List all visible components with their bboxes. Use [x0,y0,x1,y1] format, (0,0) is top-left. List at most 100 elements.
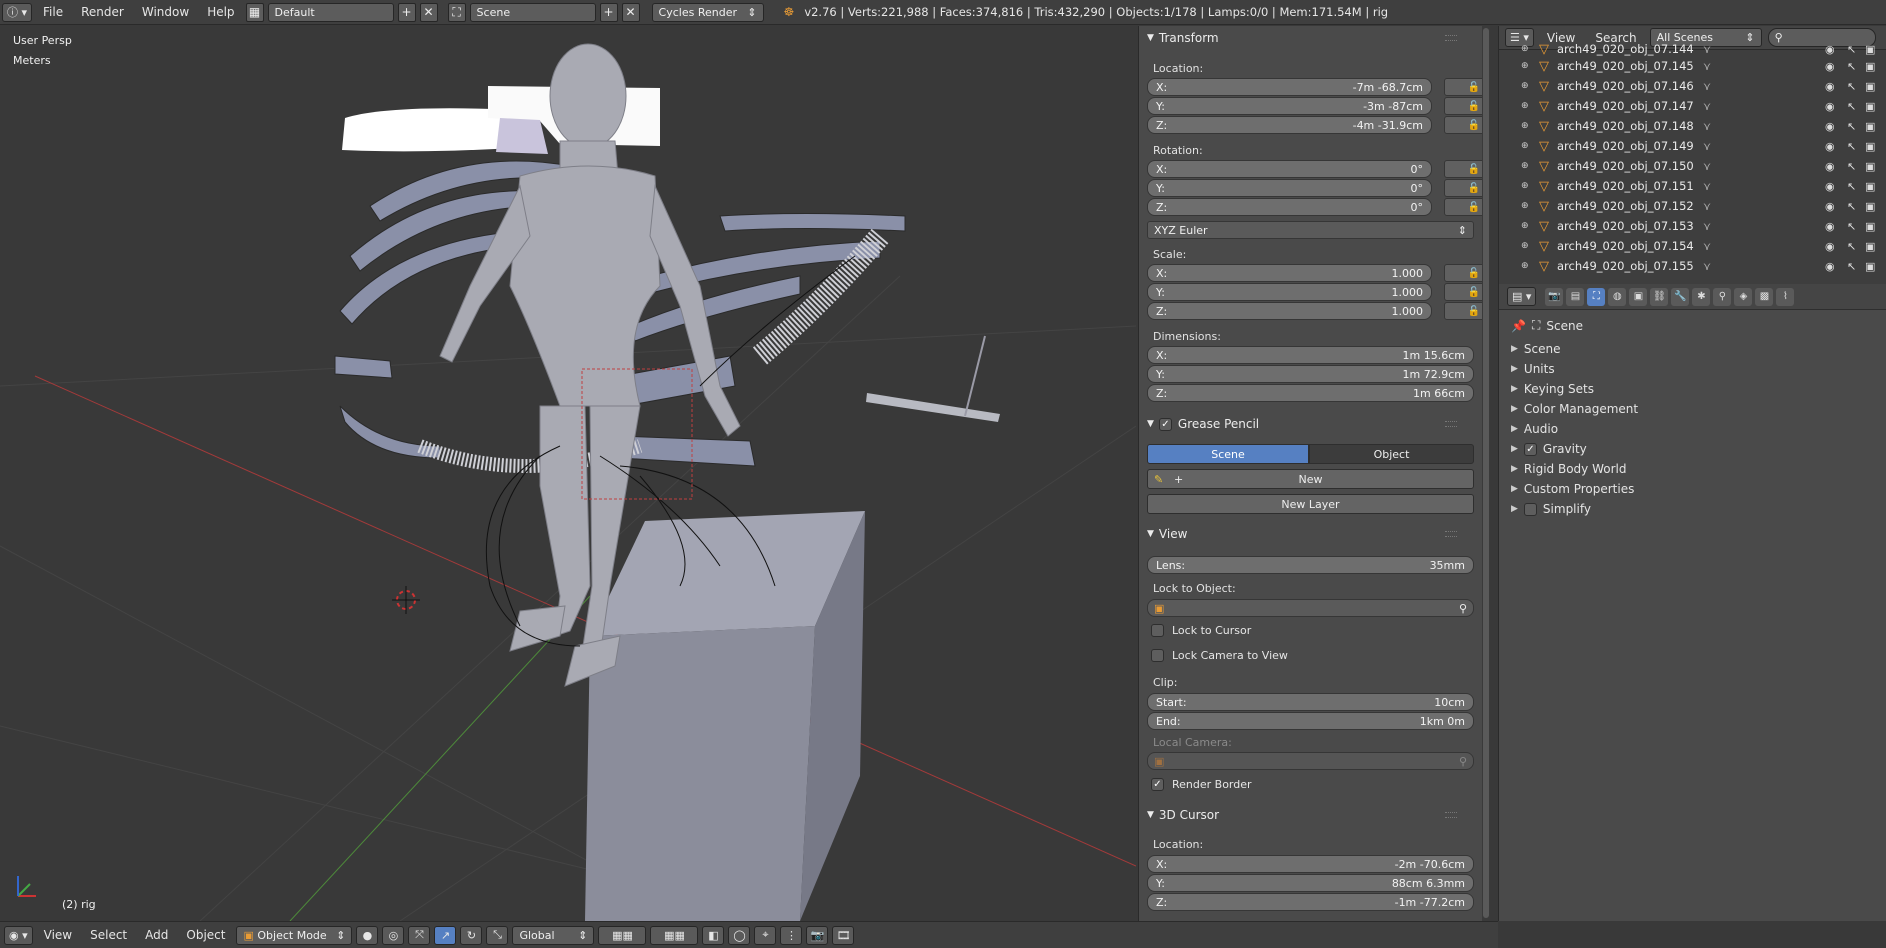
eye-icon[interactable]: ◉ [1825,180,1835,193]
rotation-z-field[interactable]: Z: 0° [1147,198,1432,216]
layers-icon[interactable]: ▦▦ [598,925,647,945]
modifiers-tab-icon[interactable]: 🔧 [1671,287,1690,306]
remove-layout-icon[interactable]: ✕ [419,2,438,22]
texture-tab-icon[interactable]: ▩ [1755,287,1774,306]
checkbox-icon[interactable] [1523,502,1537,516]
grease-pencil-object-tab[interactable]: Object [1309,444,1474,464]
menu-help[interactable]: Help [200,5,241,19]
world-tab-icon[interactable]: ◍ [1608,287,1627,306]
cursor-select-icon[interactable]: ↖ [1847,240,1856,253]
properties-region-scrollbar[interactable] [1482,26,1490,921]
remove-scene-icon[interactable]: ✕ [621,2,640,22]
render-icon[interactable]: ▣ [1865,240,1875,253]
eye-icon[interactable]: ◉ [1825,160,1835,173]
outliner-row[interactable]: ⊕ ▽ arch49_020_obj_07.153 ⋎ ◉ ↖ ▣ [1499,216,1886,236]
panel-simplify[interactable]: ▶ Simplify [1511,502,1591,516]
render-icon[interactable]: ▣ [1865,120,1875,133]
menu-select[interactable]: Select [83,928,134,942]
cursor-select-icon[interactable]: ↖ [1847,60,1856,73]
expand-icon[interactable]: ⊕ [1521,181,1531,191]
outliner-row[interactable]: ⊕ ▽ arch49_020_obj_07.144 ⋎ ◉ ↖ ▣ [1499,42,1886,56]
expand-icon[interactable]: ⊕ [1521,201,1531,211]
render-icon[interactable]: ▣ [1865,100,1875,113]
eye-icon[interactable]: ◉ [1825,100,1835,113]
clip-end-field[interactable]: End: 1km 0m [1147,712,1474,730]
render-icon[interactable]: ▣ [1865,220,1875,233]
3d-viewport[interactable]: User Persp Meters (2) rig [0,26,1136,921]
screen-layout-icon[interactable]: ▦ [245,2,264,22]
render-border-checkbox[interactable]: ✓ Render Border [1151,778,1252,791]
eye-icon[interactable]: ◉ [1825,140,1835,153]
cursor-y-field[interactable]: Y: 88cm 6.3mm [1147,874,1474,892]
cursor-select-icon[interactable]: ↖ [1847,200,1856,213]
expand-icon[interactable]: ⊕ [1521,141,1531,151]
rotation-x-field[interactable]: X: 0° [1147,160,1432,178]
bone-tab-icon[interactable]: ⚲ [1713,287,1732,306]
cursor-select-icon[interactable]: ↖ [1847,100,1856,113]
physics-tab-icon[interactable]: ⌇ [1776,287,1795,306]
scene-tab-icon[interactable]: ⛶ [1587,287,1606,306]
outliner-row[interactable]: ⊕ ▽ arch49_020_obj_07.152 ⋎ ◉ ↖ ▣ [1499,196,1886,216]
view-panel-header[interactable]: ▼ View [1139,523,1469,545]
rotation-mode-select[interactable]: XYZ Euler ⇕ [1147,221,1474,239]
checkbox-icon[interactable]: ✓ [1523,442,1537,456]
scale-z-field[interactable]: Z: 1.000 [1147,302,1432,320]
cursor-select-icon[interactable]: ↖ [1847,220,1856,233]
menu-window[interactable]: Window [135,5,196,19]
lock-camera-checkbox[interactable]: Lock Camera to View [1151,649,1288,662]
render-still-icon[interactable]: 📷 [806,925,829,945]
editor-type-button[interactable]: ⓘ ▾ [2,2,33,22]
new-layer-button[interactable]: New Layer [1147,494,1474,514]
lens-field[interactable]: Lens: 35mm [1147,556,1474,574]
panel-units[interactable]: ▶ Units [1511,362,1555,376]
viewport-editor-type-button[interactable]: ◉ ▾ [4,925,33,945]
location-y-field[interactable]: Y: -3m -87cm [1147,97,1432,115]
snap-icon[interactable]: ⌖ [754,925,777,945]
expand-icon[interactable]: ⊕ [1521,161,1531,171]
render-icon[interactable]: ▣ [1865,160,1875,173]
eye-icon[interactable]: ◉ [1825,120,1835,133]
menu-add[interactable]: Add [138,928,175,942]
expand-icon[interactable]: ⊕ [1521,121,1531,131]
3d-cursor-panel-header[interactable]: ▼ 3D Cursor [1139,804,1469,826]
eye-icon[interactable]: ◉ [1825,260,1835,273]
panel-gravity[interactable]: ▶ ✓ Gravity [1511,442,1587,456]
render-icon[interactable]: ▣ [1865,140,1875,153]
cursor-select-icon[interactable]: ↖ [1847,80,1856,93]
expand-icon[interactable]: ⊕ [1521,221,1531,231]
render-icon[interactable]: ▣ [1865,200,1875,213]
grease-pencil-panel-header[interactable]: ▼ ✓ Grease Pencil [1139,413,1469,435]
rotation-y-field[interactable]: Y: 0° [1147,179,1432,197]
eye-icon[interactable]: ◉ [1825,60,1835,73]
eye-icon[interactable]: ◉ [1825,200,1835,213]
expand-icon[interactable]: ⊕ [1521,101,1531,111]
render-engine-select[interactable]: Cycles Render ⇕ [651,2,764,22]
transform-orientation-select[interactable]: Global ⇕ [512,925,595,945]
panel-scene[interactable]: ▶ Scene [1511,342,1561,356]
outliner-row[interactable]: ⊕ ▽ arch49_020_obj_07.151 ⋎ ◉ ↖ ▣ [1499,176,1886,196]
manipulator-icon[interactable]: ⤧ [408,925,431,945]
menu-view[interactable]: View [37,928,79,942]
panel-rigid-body-world[interactable]: ▶ Rigid Body World [1511,462,1626,476]
proportional-edit-icon[interactable]: ◯ [728,925,751,945]
screen-layout-field[interactable]: Default [267,2,394,22]
properties-editor-type-button[interactable]: ▤ ▾ [1507,287,1537,306]
panel-audio[interactable]: ▶ Audio [1511,422,1558,436]
grease-pencil-scene-tab[interactable]: Scene [1147,444,1309,464]
material-tab-icon[interactable]: ◈ [1734,287,1753,306]
cursor-select-icon[interactable]: ↖ [1847,160,1856,173]
expand-icon[interactable]: ⊕ [1521,241,1531,251]
panel-color-management[interactable]: ▶ Color Management [1511,402,1638,416]
constraints-tab-icon[interactable]: ⛓ [1650,287,1669,306]
expand-icon[interactable]: ⊕ [1521,261,1531,271]
render-animation-icon[interactable]: 🎞 [832,925,855,945]
cursor-x-field[interactable]: X: -2m -70.6cm [1147,855,1474,873]
render-tab-icon[interactable]: 📷 [1545,287,1564,306]
data-tab-icon[interactable]: ✱ [1692,287,1711,306]
scale-y-field[interactable]: Y: 1.000 [1147,283,1432,301]
outliner-row[interactable]: ⊕ ▽ arch49_020_obj_07.154 ⋎ ◉ ↖ ▣ [1499,236,1886,256]
render-layers-tab-icon[interactable]: ▤ [1566,287,1585,306]
location-z-field[interactable]: Z: -4m -31.9cm [1147,116,1432,134]
location-x-field[interactable]: X: -7m -68.7cm [1147,78,1432,96]
panel-custom-properties[interactable]: ▶ Custom Properties [1511,482,1634,496]
